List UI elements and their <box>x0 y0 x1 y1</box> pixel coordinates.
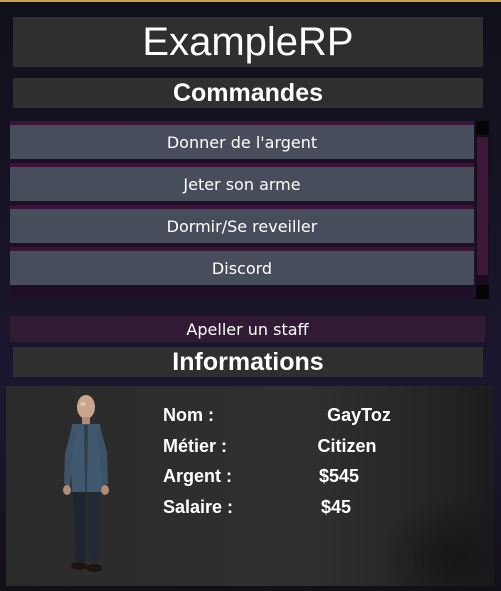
job-value: Citizen <box>317 436 377 456</box>
scrollbar-thumb[interactable] <box>477 137 488 275</box>
name-value: GayToz <box>327 405 391 425</box>
top-accent-line <box>0 0 501 2</box>
name-label: Nom : <box>163 405 214 425</box>
sleep-wake-button[interactable]: Dormir/Se reveiller <box>10 205 474 243</box>
scroll-down-arrow[interactable] <box>476 285 489 299</box>
drop-weapon-button[interactable]: Jeter son arme <box>10 163 474 201</box>
commands-scrollbar[interactable] <box>476 121 489 299</box>
salary-label: Salaire : <box>163 497 234 517</box>
commands-list: Donner de l'argent Jeter son arme Dormir… <box>10 121 474 299</box>
player-model-avatar <box>63 395 109 572</box>
money-label: Argent : <box>163 466 232 486</box>
discord-button[interactable]: Discord <box>10 247 474 285</box>
commands-section-title: Commandes <box>13 78 483 108</box>
money-value: $545 <box>318 466 360 486</box>
player-info-panel: Nom : GayToz Métier : Citizen Argent : $… <box>6 386 494 586</box>
give-money-button[interactable]: Donner de l'argent <box>10 121 474 159</box>
informations-section-title: Informations <box>13 347 483 377</box>
call-staff-button[interactable]: Apeller un staff <box>10 316 485 342</box>
scroll-up-arrow[interactable] <box>476 121 489 135</box>
salary-value: $45 <box>320 497 352 517</box>
server-title: ExampleRP <box>13 17 483 67</box>
job-label: Métier : <box>163 436 228 456</box>
